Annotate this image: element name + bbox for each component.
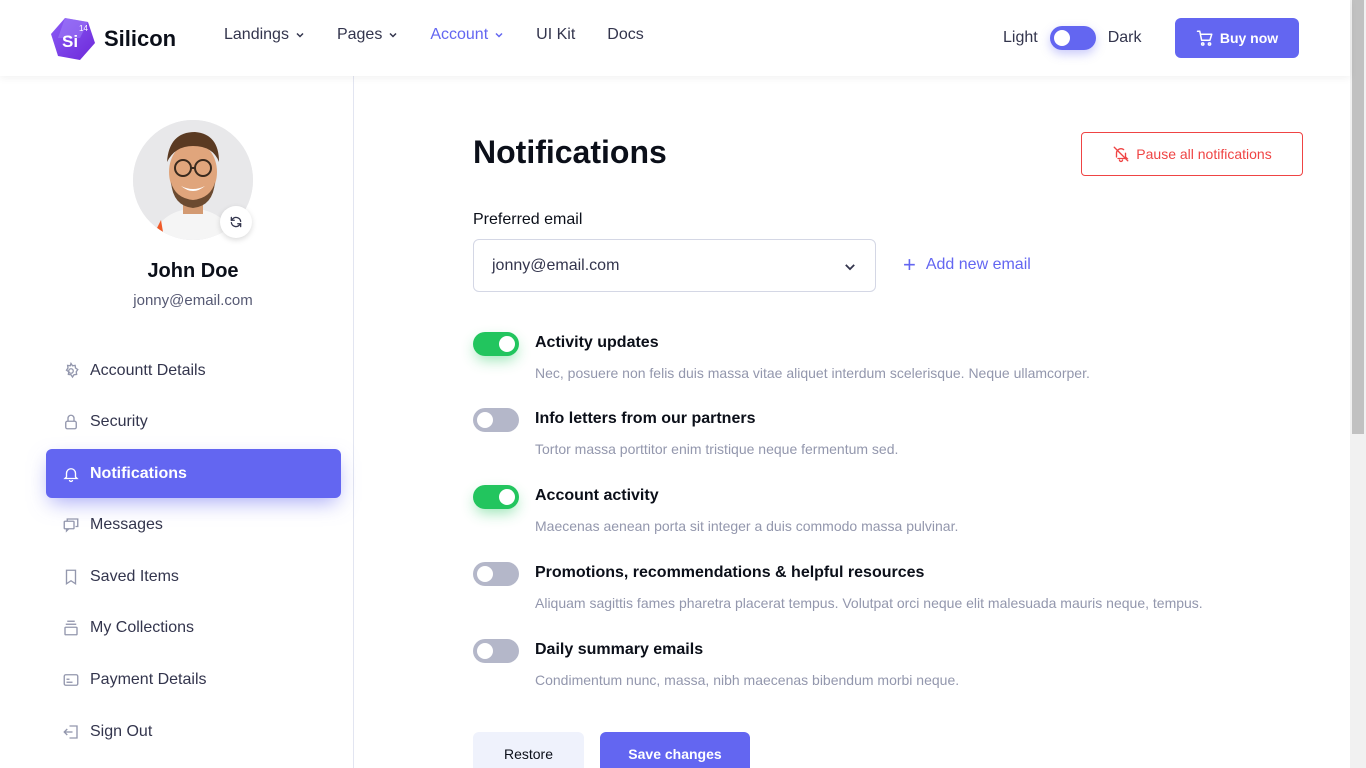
nav-label: Pages: [336, 26, 383, 43]
account-sidebar: John Doe jonny@email.com Accountt Detail…: [0, 76, 354, 768]
sidebar-item-sign-out[interactable]: Sign Out: [46, 707, 341, 756]
sidebar-item-label: My Collections: [90, 619, 195, 637]
pause-all-label: Pause all notifications: [1136, 146, 1272, 162]
chevron-down-icon: [389, 32, 397, 38]
collection-icon: [62, 619, 80, 637]
dark-mode-label: Dark: [1107, 29, 1142, 46]
chevron-down-icon: [296, 32, 304, 38]
top-navbar: Si 14 Silicon Landings Pages Account UI …: [0, 0, 1350, 76]
sidebar-item-label: Saved Items: [90, 567, 179, 585]
sidebar-menu: Accountt Details Security Notifications …: [46, 346, 341, 759]
sidebar-item-label: Security: [90, 413, 148, 431]
preferred-email-select[interactable]: jonny@email.com: [473, 239, 876, 292]
user-name: John Doe: [147, 260, 239, 282]
toggle-knob: [477, 566, 493, 582]
notification-description: Nec, posuere non felis duis massa vitae …: [535, 365, 1090, 381]
preferred-email-value: jonny@email.com: [492, 256, 620, 274]
nav-label: Docs: [607, 26, 644, 43]
sidebar-item-label: Notifications: [90, 464, 187, 482]
notification-description: Tortor massa porttitor enim tristique ne…: [535, 441, 899, 457]
sidebar-item-notifications[interactable]: Notifications: [46, 449, 341, 499]
sign-out-icon: [62, 723, 80, 741]
brand[interactable]: Si 14 Silicon: [50, 16, 176, 62]
theme-toggle[interactable]: [1049, 26, 1096, 50]
theme-mode-switcher: Light Dark: [1003, 26, 1141, 50]
daily-summary-toggle[interactable]: [473, 639, 519, 663]
notification-description: Maecenas aenean porta sit integer a duis…: [535, 518, 959, 534]
nav-landings[interactable]: Landings: [224, 26, 305, 44]
silicon-logo-icon: Si 14: [51, 18, 95, 60]
chat-icon: [62, 516, 80, 534]
scrollbar-thumb[interactable]: [1352, 0, 1364, 434]
save-changes-button[interactable]: Save changes: [600, 732, 750, 768]
sidebar-item-account-details[interactable]: Accountt Details: [46, 346, 341, 395]
account-activity-toggle[interactable]: [473, 485, 519, 509]
nav-pages[interactable]: Pages: [337, 26, 398, 44]
restore-button[interactable]: Restore: [473, 732, 584, 768]
change-avatar-button[interactable]: [220, 206, 252, 238]
add-new-email-link[interactable]: + Add new email: [903, 252, 1031, 277]
buy-now-button[interactable]: Buy now: [1175, 18, 1299, 58]
notification-title: Promotions, recommendations & helpful re…: [535, 564, 925, 581]
bell-icon: [62, 465, 80, 483]
notification-description: Condimentum nunc, massa, nibh maecenas b…: [535, 672, 960, 688]
buy-now-label: Buy now: [1219, 30, 1279, 46]
cart-icon: [1196, 30, 1213, 46]
sidebar-item-security[interactable]: Security: [46, 398, 341, 447]
sidebar-item-messages[interactable]: Messages: [46, 501, 341, 550]
notification-description: Aliquam sagittis fames pharetra placerat…: [535, 595, 1203, 611]
sidebar-item-my-collections[interactable]: My Collections: [46, 604, 341, 653]
user-email: jonny@email.com: [133, 292, 253, 309]
chevron-down-icon: [495, 32, 503, 38]
nav-label: Account: [430, 26, 489, 43]
sidebar-item-saved-items[interactable]: Saved Items: [46, 552, 341, 601]
svg-text:Si: Si: [62, 32, 78, 51]
info-letters-toggle[interactable]: [473, 408, 519, 432]
notification-title: Activity updates: [535, 334, 659, 351]
nav-label: UI Kit: [536, 26, 576, 43]
toggle-knob: [477, 643, 493, 659]
toggle-knob: [1053, 30, 1070, 46]
sidebar-item-label: Sign Out: [90, 722, 153, 740]
notification-title: Account activity: [535, 487, 659, 504]
sidebar-item-label: Payment Details: [90, 671, 207, 689]
gear-icon: [62, 361, 80, 380]
sidebar-item-payment-details[interactable]: Payment Details: [46, 656, 341, 705]
svg-text:14: 14: [79, 24, 88, 33]
avatar-wrap: [133, 120, 253, 240]
preferred-email-label: Preferred email: [473, 211, 583, 228]
sidebar-item-label: Accountt Details: [90, 361, 206, 379]
sidebar-item-label: Messages: [90, 516, 163, 534]
brand-name: Silicon: [104, 26, 177, 51]
add-new-email-label: Add new email: [925, 256, 1031, 273]
light-mode-label: Light: [1003, 29, 1038, 46]
notification-title: Info letters from our partners: [535, 410, 756, 427]
toggle-knob: [477, 412, 493, 428]
lock-icon: [62, 413, 80, 431]
nav-account[interactable]: Account: [430, 26, 504, 44]
plus-icon: +: [903, 252, 916, 277]
nav-label: Landings: [224, 26, 289, 43]
promotions-toggle[interactable]: [473, 562, 519, 586]
chevron-down-icon: [845, 264, 855, 271]
page-title: Notifications: [473, 134, 667, 170]
bell-off-icon: [1113, 146, 1129, 163]
toggle-knob: [499, 489, 515, 505]
activity-updates-toggle[interactable]: [473, 332, 519, 356]
notification-title: Daily summary emails: [535, 641, 704, 658]
nav-ui-kit[interactable]: UI Kit: [536, 26, 575, 44]
card-icon: [62, 671, 80, 689]
toggle-knob: [499, 336, 515, 352]
refresh-icon: [230, 216, 242, 228]
nav-docs[interactable]: Docs: [607, 26, 643, 44]
pause-all-notifications-button[interactable]: Pause all notifications: [1081, 132, 1303, 176]
bookmark-icon: [62, 568, 80, 586]
main-nav: Landings Pages Account UI Kit Docs: [224, 26, 676, 44]
